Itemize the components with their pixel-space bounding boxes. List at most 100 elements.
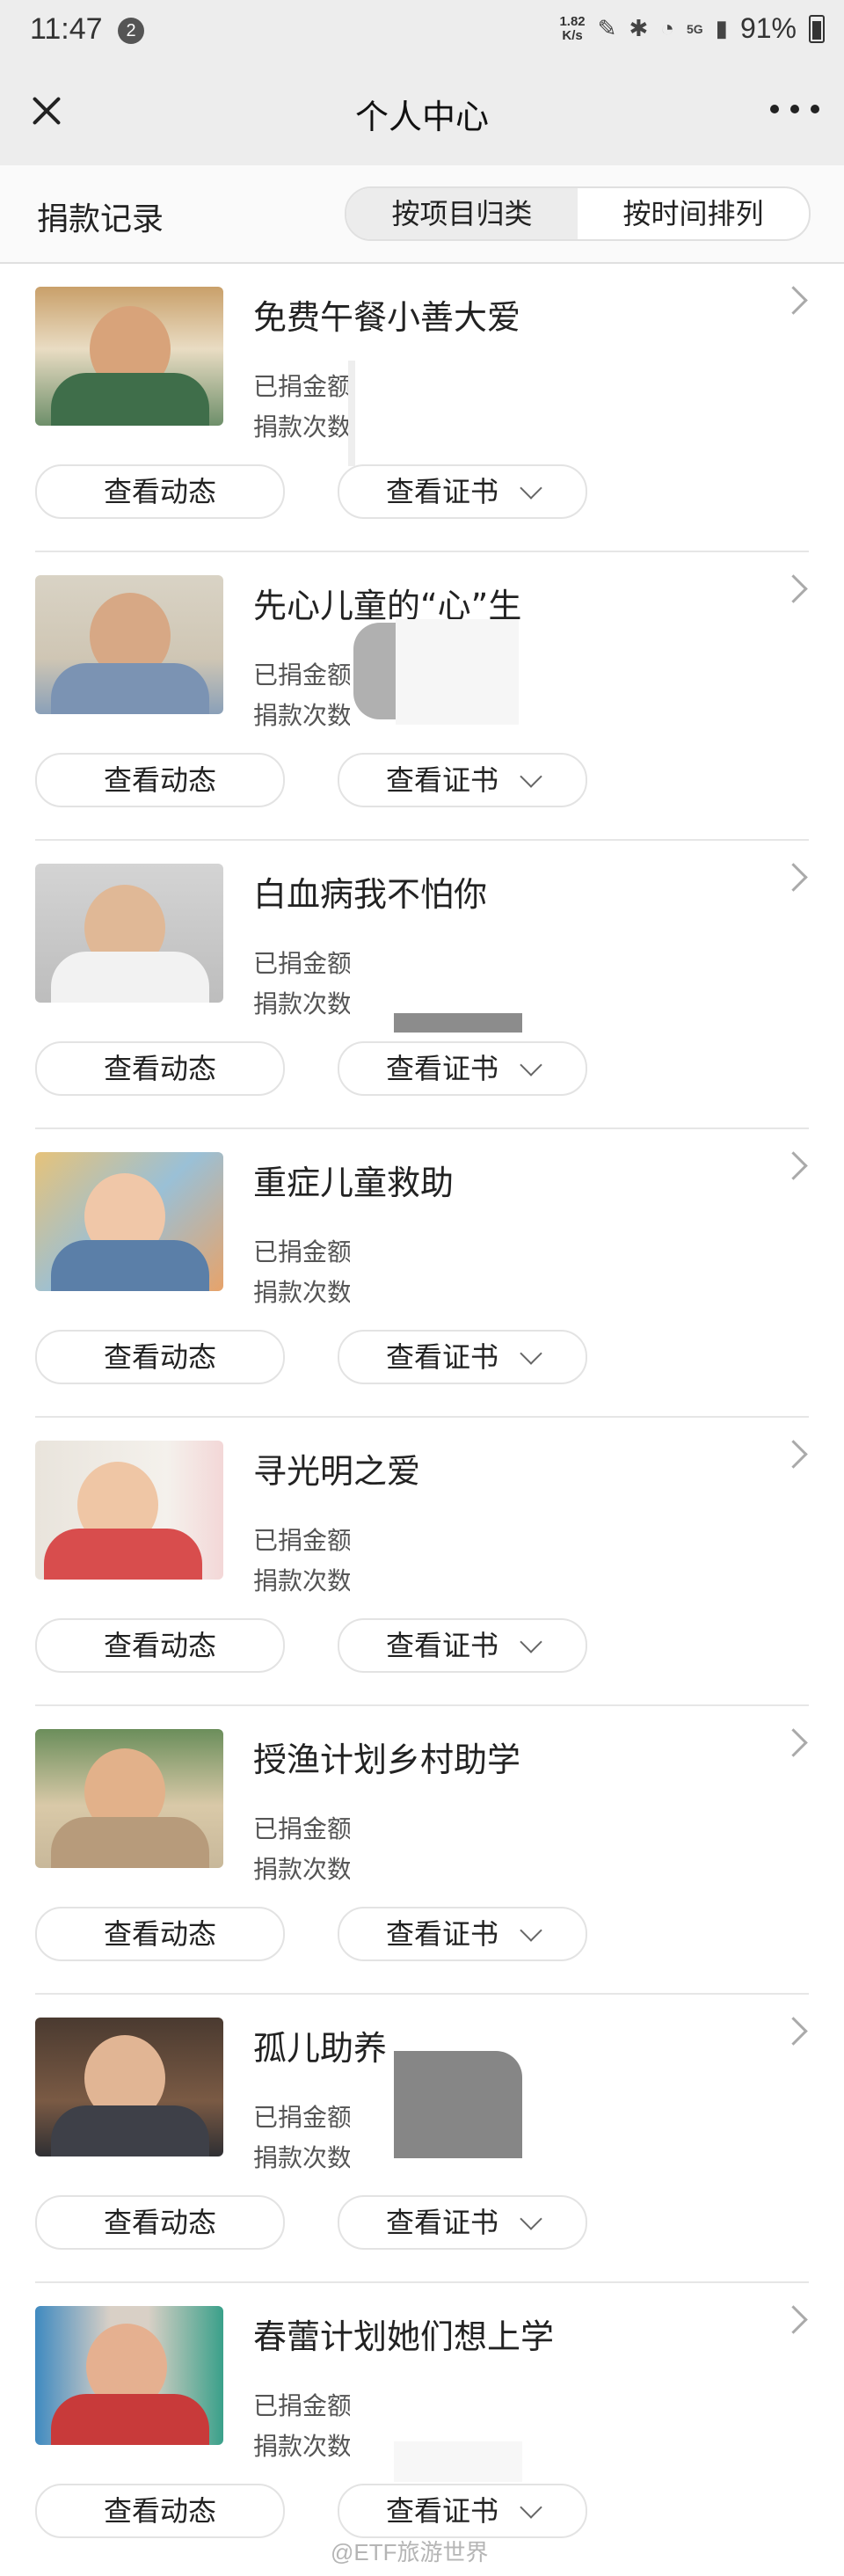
project-title: 白血病我不怕你: [253, 875, 488, 914]
amount-label: 已捐金额: [253, 372, 350, 401]
chevron-down-icon: [520, 765, 542, 788]
redaction-mark: [394, 2051, 522, 2158]
chevron-right-icon[interactable]: [779, 1440, 808, 1469]
project-title: 重症儿童救助: [253, 1164, 455, 1202]
view-updates-button[interactable]: 查看动态: [35, 2484, 285, 2538]
bluetooth-icon: ✱: [629, 15, 649, 41]
tab-by-project[interactable]: 按项目归类: [346, 188, 578, 239]
status-time: 11:47: [30, 12, 103, 46]
edit-icon: ✎: [597, 15, 617, 41]
project-title: 免费午餐小善大爱: [253, 298, 521, 337]
count-label: 捐款次数: [253, 2143, 350, 2172]
network-speed: 1.82 K/s: [559, 13, 586, 43]
tab-by-time[interactable]: 按时间排列: [578, 188, 809, 239]
amount-label: 已捐金额: [253, 2391, 350, 2420]
battery-percent: 91%: [739, 12, 797, 44]
view-certificate-button[interactable]: 查看证书: [338, 1618, 587, 1673]
view-certificate-label: 查看证书: [385, 2494, 498, 2528]
view-certificate-label: 查看证书: [385, 1052, 498, 1085]
view-certificate-label: 查看证书: [385, 1629, 498, 1662]
list-item[interactable]: 春蕾计划她们想上学 已捐金额 捐款次数 查看动态 查看证书: [0, 2283, 844, 2572]
chevron-right-icon[interactable]: [779, 863, 808, 892]
watermark: @ETF旅游世界: [331, 2539, 489, 2565]
list-item[interactable]: 先心儿童的“心”生 已捐金额 捐款次数 查看动态 查看证书: [0, 552, 844, 841]
project-thumbnail: [35, 1441, 223, 1580]
more-options-button[interactable]: [770, 100, 819, 118]
view-updates-button[interactable]: 查看动态: [35, 1618, 285, 1673]
project-thumbnail: [35, 864, 223, 1003]
chevron-right-icon[interactable]: [779, 286, 808, 315]
view-certificate-button[interactable]: 查看证书: [338, 464, 587, 519]
amount-label: 已捐金额: [253, 1237, 350, 1266]
count-label: 捐款次数: [253, 989, 350, 1018]
view-updates-button[interactable]: 查看动态: [35, 1041, 285, 1096]
redaction-mark: [394, 2441, 522, 2482]
signal-icon: ▮: [715, 15, 728, 41]
amount-label: 已捐金额: [253, 1526, 350, 1555]
chevron-right-icon[interactable]: [779, 1151, 808, 1180]
chevron-down-icon: [520, 1342, 542, 1365]
chevron-right-icon[interactable]: [779, 2017, 808, 2046]
sort-segmented-control: 按项目归类 按时间排列: [345, 186, 811, 241]
page-title: 个人中心: [354, 98, 489, 136]
view-certificate-label: 查看证书: [385, 1340, 498, 1374]
redaction-mark: [394, 1013, 522, 1033]
more-dot-icon: [790, 105, 799, 113]
view-updates-button[interactable]: 查看动态: [35, 1330, 285, 1384]
donation-project-list: 免费午餐小善大爱 已捐金额 捐款次数 查看动态 查看证书 先心儿童的“心”生 已…: [0, 264, 844, 2572]
count-label: 捐款次数: [253, 701, 350, 730]
redaction-mark: [355, 361, 390, 466]
list-item[interactable]: 免费午餐小善大爱 已捐金额 捐款次数 查看动态 查看证书: [0, 264, 844, 552]
redaction-mark: [396, 619, 519, 725]
list-item[interactable]: 寻光明之爱 已捐金额 捐款次数 查看动态 查看证书: [0, 1418, 844, 1706]
list-item[interactable]: 重症儿童救助 已捐金额 捐款次数 查看动态 查看证书: [0, 1129, 844, 1418]
chevron-right-icon[interactable]: [779, 1728, 808, 1757]
project-thumbnail: [35, 1729, 223, 1868]
view-certificate-button[interactable]: 查看证书: [338, 1330, 587, 1384]
view-certificate-button[interactable]: 查看证书: [338, 1907, 587, 1961]
list-item[interactable]: 孤儿助养 已捐金额 捐款次数 查看动态 查看证书: [0, 1995, 844, 2283]
network-type: 5G: [686, 21, 703, 36]
chevron-down-icon: [520, 1919, 542, 1942]
wifi-icon: ◔: [660, 15, 674, 41]
title-bar: 个人中心: [0, 65, 844, 165]
count-label: 捐款次数: [253, 1278, 350, 1307]
more-dot-icon: [770, 105, 779, 113]
project-title: 授渔计划乡村助学: [253, 1740, 521, 1779]
redaction-mark: [353, 623, 396, 719]
amount-label: 已捐金额: [253, 1814, 350, 1843]
view-certificate-label: 查看证书: [385, 2206, 498, 2239]
project-title: 寻光明之爱: [253, 1452, 421, 1491]
list-item[interactable]: 授渔计划乡村助学 已捐金额 捐款次数 查看动态 查看证书: [0, 1706, 844, 1995]
chevron-down-icon: [520, 2207, 542, 2230]
view-updates-button[interactable]: 查看动态: [35, 753, 285, 807]
chevron-down-icon: [520, 477, 542, 500]
status-icons: 1.82 K/s ✎ ✱ ◔ 5G ▮ 91%: [559, 12, 825, 45]
project-title: 孤儿助养: [253, 2029, 388, 2068]
chevron-right-icon[interactable]: [779, 574, 808, 603]
view-certificate-button[interactable]: 查看证书: [338, 753, 587, 807]
section-title: 捐款记录: [37, 201, 164, 237]
view-certificate-label: 查看证书: [385, 1917, 498, 1951]
view-updates-button[interactable]: 查看动态: [35, 464, 285, 519]
count-label: 捐款次数: [253, 2432, 350, 2461]
list-item[interactable]: 白血病我不怕你 已捐金额 捐款次数 查看动态 查看证书: [0, 841, 844, 1129]
battery-icon: [809, 14, 825, 43]
view-certificate-button[interactable]: 查看证书: [338, 2484, 587, 2538]
network-speed-unit: K/s: [562, 27, 583, 43]
donation-records-header: 捐款记录 按项目归类 按时间排列: [0, 165, 844, 264]
amount-label: 已捐金额: [253, 949, 350, 978]
chevron-right-icon[interactable]: [779, 2305, 808, 2334]
view-updates-button[interactable]: 查看动态: [35, 2195, 285, 2250]
project-thumbnail: [35, 575, 223, 714]
project-thumbnail: [35, 287, 223, 426]
network-speed-value: 1.82: [559, 13, 586, 29]
view-certificate-label: 查看证书: [385, 763, 498, 797]
view-updates-button[interactable]: 查看动态: [35, 1907, 285, 1961]
view-certificate-button[interactable]: 查看证书: [338, 2195, 587, 2250]
chevron-down-icon: [520, 2496, 542, 2519]
view-certificate-button[interactable]: 查看证书: [338, 1041, 587, 1096]
count-label: 捐款次数: [253, 1855, 350, 1884]
more-dot-icon: [811, 105, 819, 113]
view-certificate-label: 查看证书: [385, 475, 498, 508]
